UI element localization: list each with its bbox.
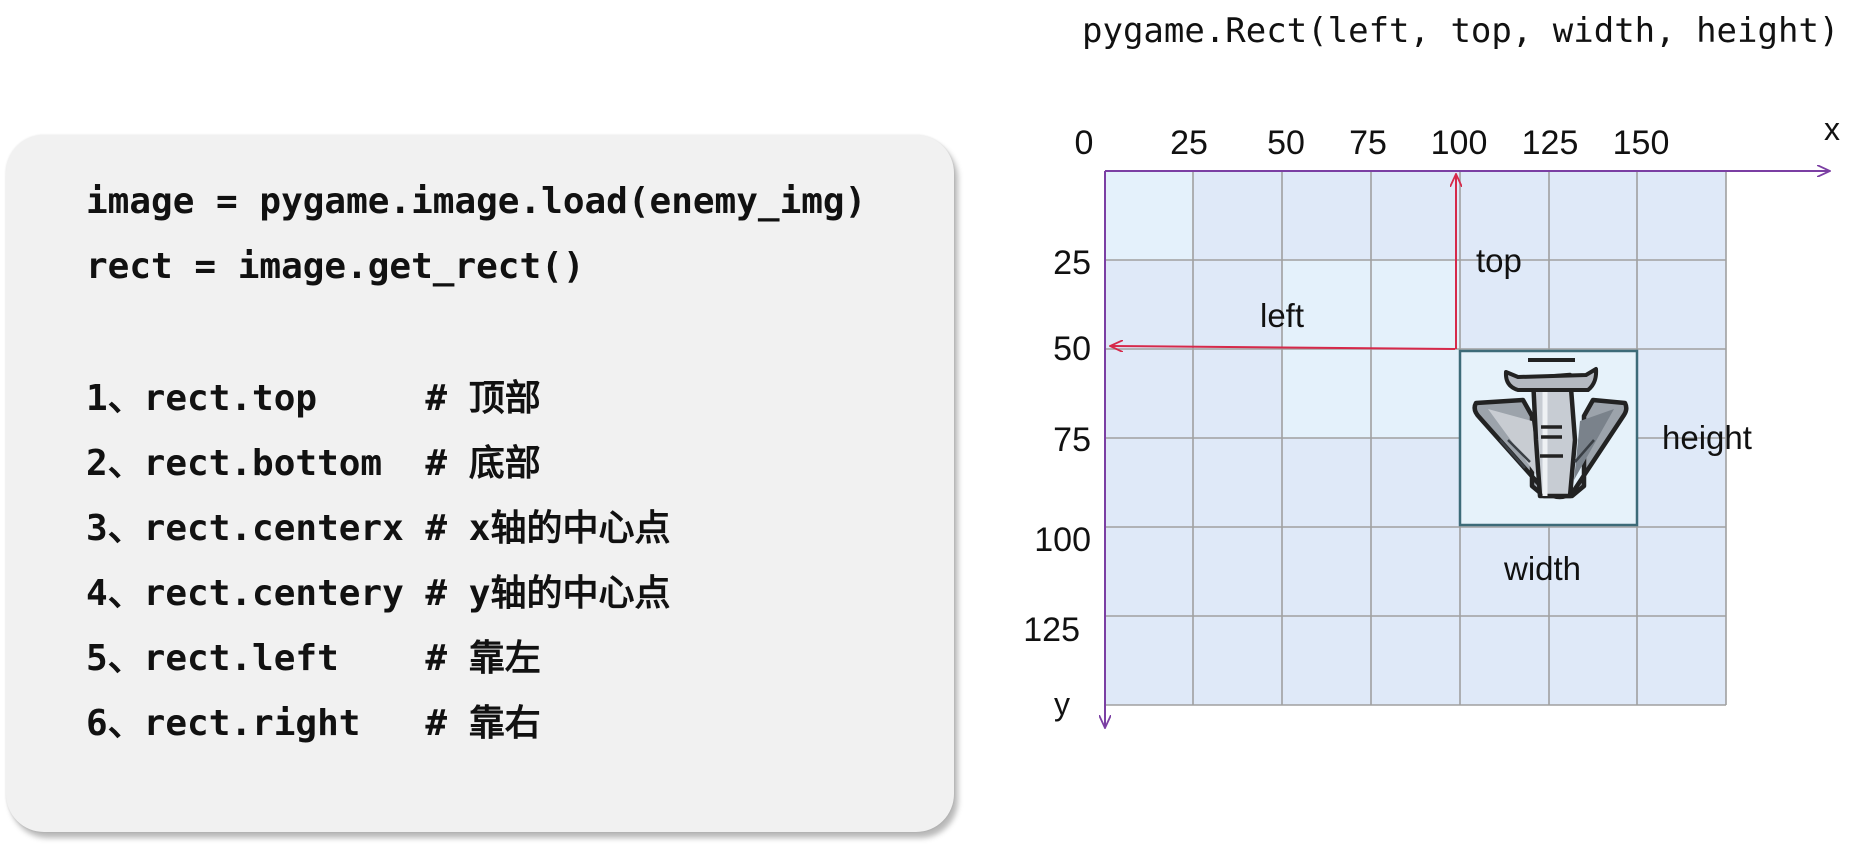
top-annotation: top [1476,242,1522,279]
x-tick-labels: 0 25 50 75 100 125 150 [1075,124,1670,162]
x-tick-label: 150 [1613,124,1670,162]
enemy-sprite-rect [1458,349,1639,527]
x-tick-label: 75 [1349,124,1387,162]
height-annotation: height [1662,419,1752,456]
y-tick-label: 75 [1053,421,1091,459]
x-tick-label: 50 [1267,124,1305,162]
y-tick-label: 125 [1023,611,1080,649]
left-annotation: left [1260,297,1304,334]
x-tick-label: 0 [1075,124,1094,162]
x-tick-label: 100 [1431,124,1488,162]
y-tick-labels: 25 50 75 100 125 [1023,244,1091,649]
y-axis-label: y [1054,686,1070,722]
rect-coordinate-diagram: pygame.Rect(left, top, width, height) x … [1023,11,1840,844]
width-annotation: width [1503,550,1581,587]
rect-constructor-signature: pygame.Rect(left, top, width, height) [1082,11,1839,51]
y-tick-label: 100 [1034,521,1091,559]
x-tick-label: 125 [1522,124,1579,162]
x-tick-label: 25 [1170,124,1208,162]
y-tick-label: 25 [1053,244,1091,282]
y-tick-label: 50 [1053,330,1091,368]
x-axis-label: x [1824,111,1840,147]
